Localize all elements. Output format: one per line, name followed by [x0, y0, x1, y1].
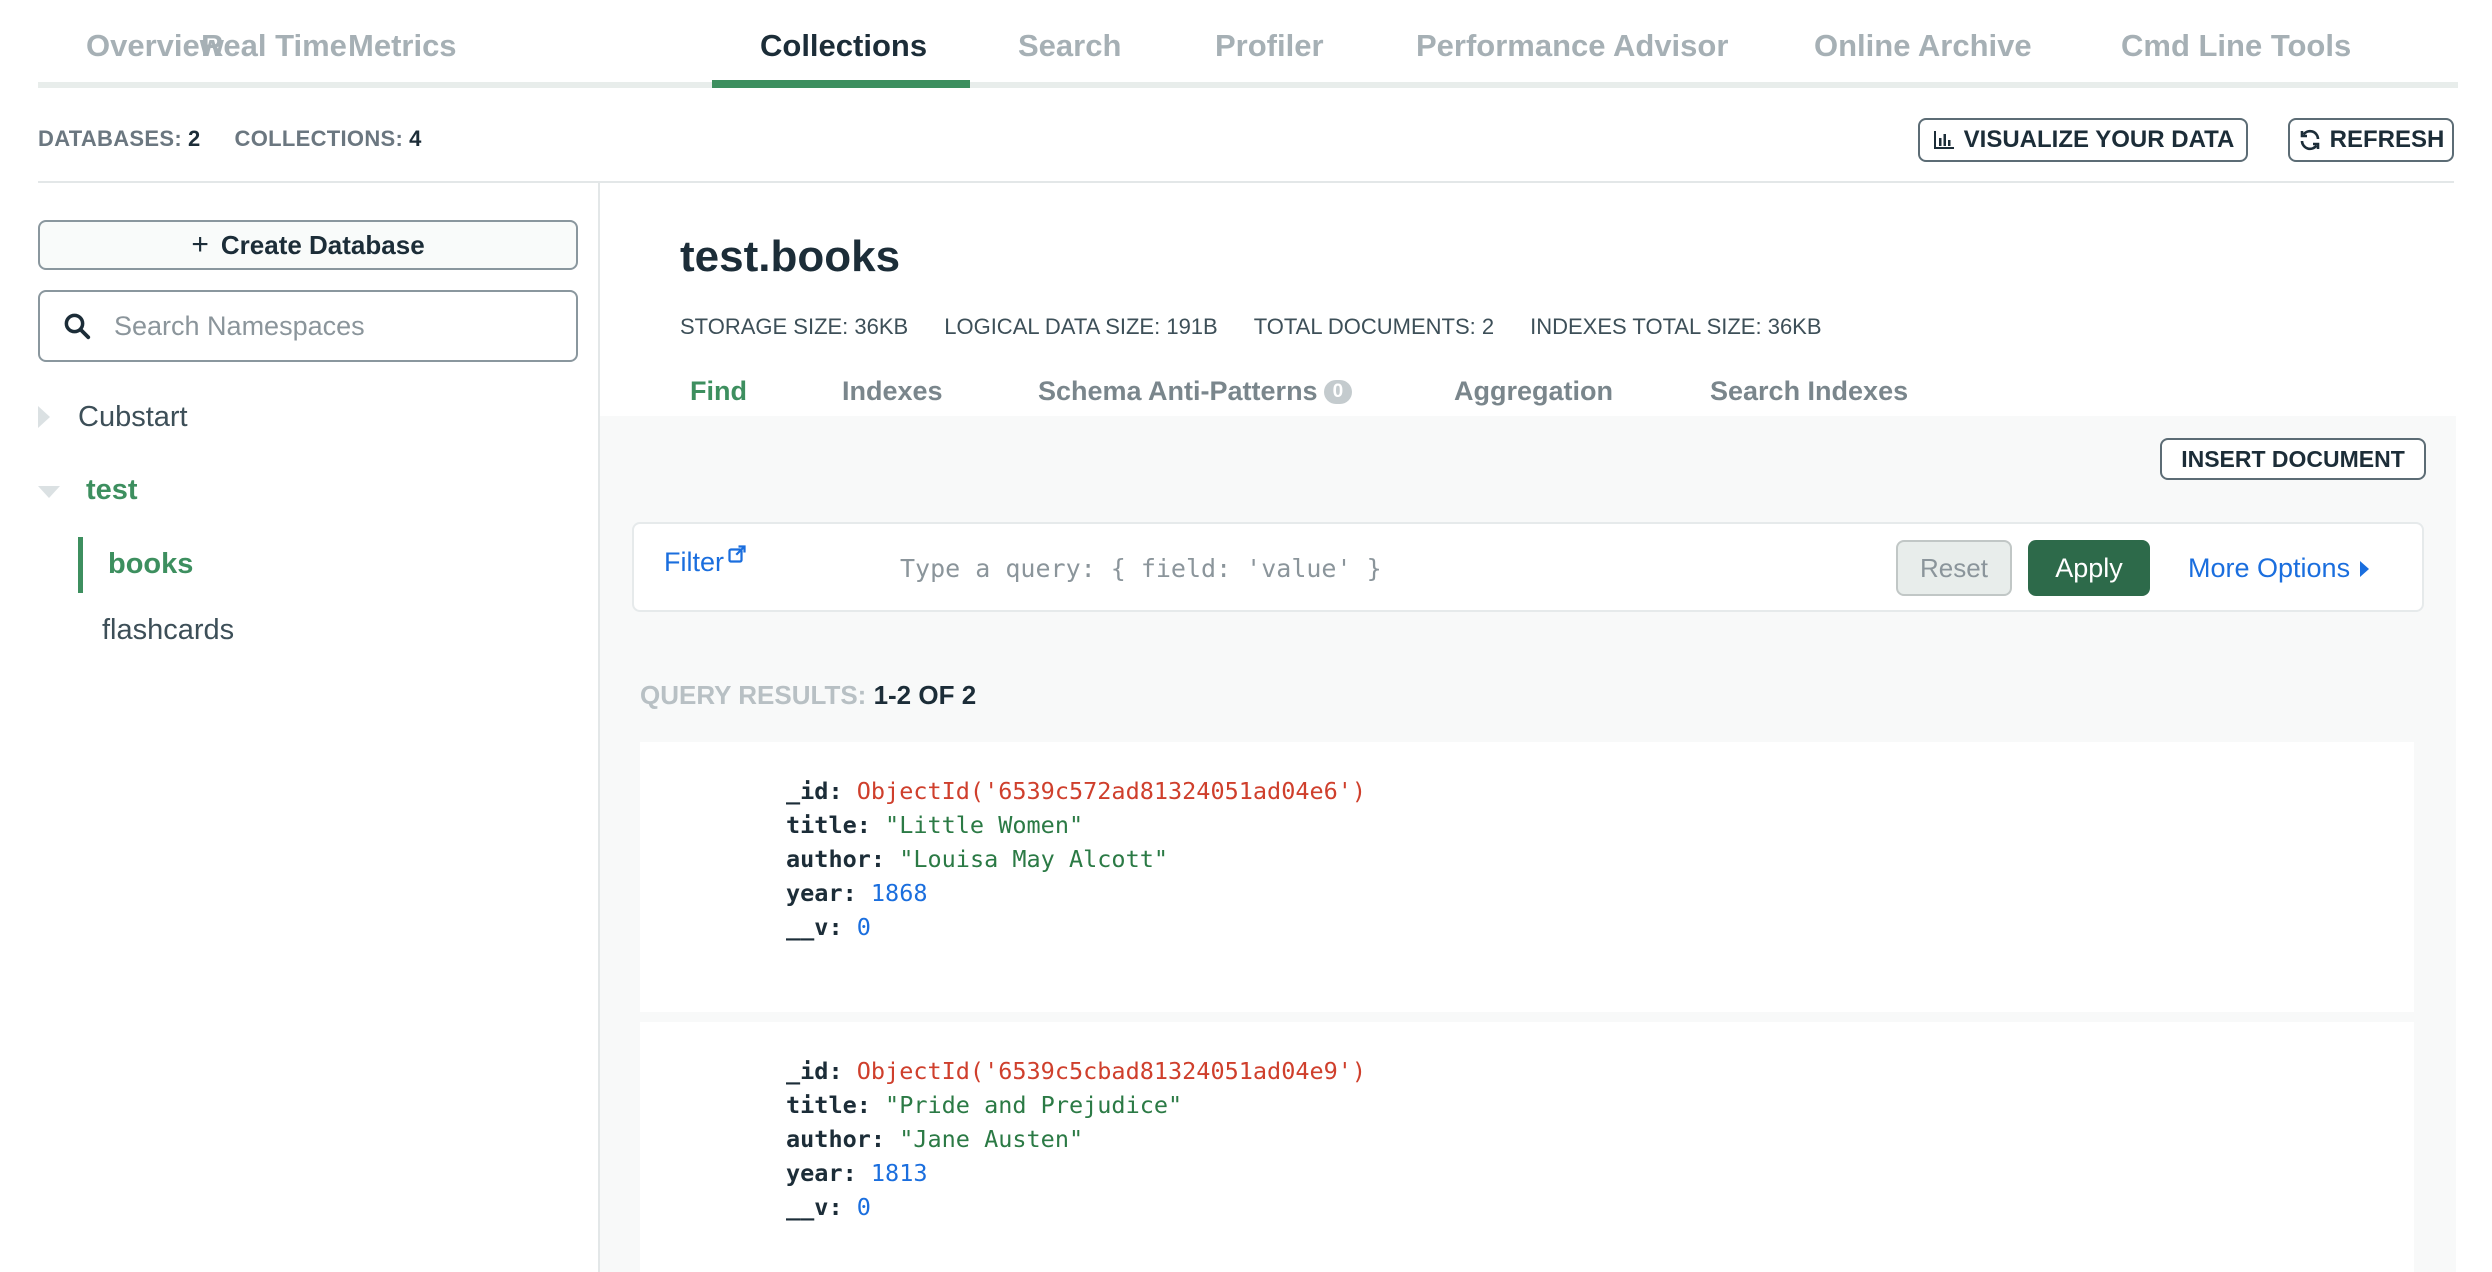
field-value-title: "Little Women": [885, 811, 1084, 839]
plus-icon: +: [191, 228, 209, 261]
collection-flashcards[interactable]: flashcards: [102, 614, 234, 647]
tab-performance-advisor[interactable]: Performance Advisor: [1416, 28, 1728, 64]
document-fields: _id: ObjectId('6539c572ad81324051ad04e6'…: [786, 774, 1366, 944]
refresh-button[interactable]: REFRESH: [2288, 118, 2454, 162]
refresh-label: REFRESH: [2329, 126, 2445, 153]
field-value-version: 0: [856, 1193, 871, 1221]
active-tab-underline: [712, 80, 970, 88]
databases-label: DATABASES:: [38, 126, 182, 151]
tab-schema-anti-patterns[interactable]: Schema Anti-Patterns 0: [1038, 376, 1353, 407]
collection-books[interactable]: books: [108, 548, 193, 581]
query-results-range: 1-2 OF 2: [873, 680, 977, 710]
tab-metrics[interactable]: Metrics: [348, 28, 457, 64]
document-card[interactable]: _id: ObjectId('6539c572ad81324051ad04e6'…: [640, 742, 2414, 1012]
visualize-data-label: VISUALIZE YOUR DATA: [1963, 126, 2235, 153]
query-input[interactable]: [900, 548, 1860, 588]
query-results-summary: QUERY RESULTS: 1-2 OF 2: [640, 680, 976, 711]
tab-indexes[interactable]: Indexes: [842, 376, 943, 407]
tab-online-archive[interactable]: Online Archive: [1814, 28, 2032, 64]
collapse-arrow-icon[interactable]: [38, 486, 60, 498]
field-key-id: _id:: [786, 1057, 843, 1085]
storage-size: STORAGE SIZE: 36KB: [680, 314, 909, 339]
visualize-data-button[interactable]: VISUALIZE YOUR DATA: [1918, 118, 2248, 162]
field-value-version: 0: [856, 913, 871, 941]
search-namespaces-box: [38, 290, 578, 362]
create-database-label: Create Database: [220, 229, 425, 260]
field-key-version: __v:: [786, 1193, 843, 1221]
more-options-label: More Options: [2188, 553, 2351, 583]
field-key-title: title:: [786, 1091, 871, 1119]
field-key-id: _id:: [786, 777, 843, 805]
field-value-author: "Louisa May Alcott": [899, 845, 1169, 873]
apply-button[interactable]: Apply: [2028, 540, 2150, 596]
field-key-author: author:: [786, 1125, 886, 1153]
tab-cmd-line-tools[interactable]: Cmd Line Tools: [2121, 28, 2351, 64]
reset-button[interactable]: Reset: [1896, 540, 2012, 596]
external-link-icon: [728, 545, 746, 563]
search-icon: [64, 313, 91, 340]
namespace-title: test.books: [680, 232, 901, 281]
bar-chart-icon: [1933, 131, 1954, 149]
indexes-total-size: INDEXES TOTAL SIZE: 36KB: [1530, 314, 1822, 339]
tab-profiler[interactable]: Profiler: [1215, 28, 1324, 64]
tab-real-time[interactable]: Real Time: [201, 28, 347, 64]
cluster-stats: DATABASES: 2 COLLECTIONS: 4: [38, 126, 456, 152]
field-value-title: "Pride and Prejudice": [885, 1091, 1183, 1119]
field-value-year: 1868: [870, 879, 928, 907]
insert-document-button[interactable]: INSERT DOCUMENT: [2160, 438, 2426, 480]
document-fields: _id: ObjectId('6539c5cbad81324051ad04e9'…: [786, 1054, 1366, 1224]
schema-anti-patterns-label: Schema Anti-Patterns: [1038, 376, 1318, 406]
collections-label: COLLECTIONS:: [234, 126, 404, 151]
database-cubstart[interactable]: Cubstart: [78, 401, 188, 434]
field-key-year: year:: [786, 1159, 857, 1187]
top-nav-tabs: Overview Real Time Metrics Collections S…: [38, 0, 2458, 88]
tab-find[interactable]: Find: [690, 376, 747, 407]
field-key-author: author:: [786, 845, 886, 873]
more-options-button[interactable]: More Options: [2188, 553, 2370, 584]
filter-link[interactable]: Filter: [664, 545, 746, 578]
document-card[interactable]: _id: ObjectId('6539c5cbad81324051ad04e9'…: [640, 1022, 2414, 1272]
active-collection-indicator: [78, 537, 83, 593]
field-value-id: ObjectId('6539c572ad81324051ad04e6'): [856, 777, 1367, 805]
field-key-title: title:: [786, 811, 871, 839]
tab-search-indexes[interactable]: Search Indexes: [1710, 376, 1908, 407]
tab-aggregation[interactable]: Aggregation: [1454, 376, 1613, 407]
create-database-button[interactable]: + Create Database: [38, 220, 578, 270]
logical-data-size: LOGICAL DATA SIZE: 191B: [944, 314, 1218, 339]
database-test[interactable]: test: [86, 474, 138, 507]
total-documents: TOTAL DOCUMENTS: 2: [1253, 314, 1495, 339]
caret-right-icon: [2360, 560, 2370, 577]
field-key-version: __v:: [786, 913, 843, 941]
refresh-icon: [2300, 129, 2319, 151]
namespace-stats: STORAGE SIZE: 36KB LOGICAL DATA SIZE: 191…: [680, 314, 1858, 340]
collections-count: 4: [409, 126, 422, 151]
tab-search[interactable]: Search: [1018, 28, 1121, 64]
query-results-label: QUERY RESULTS:: [640, 680, 867, 710]
schema-count-badge: 0: [1323, 380, 1353, 404]
search-namespaces-input[interactable]: [114, 310, 554, 342]
field-key-year: year:: [786, 879, 857, 907]
header-divider: [38, 181, 2454, 183]
filter-label: Filter: [664, 547, 724, 577]
field-value-year: 1813: [870, 1159, 928, 1187]
field-value-id: ObjectId('6539c5cbad81324051ad04e9'): [856, 1057, 1367, 1085]
expand-arrow-icon[interactable]: [38, 406, 50, 428]
field-value-author: "Jane Austen": [899, 1125, 1084, 1153]
tab-collections[interactable]: Collections: [760, 28, 927, 64]
databases-count: 2: [187, 126, 201, 151]
